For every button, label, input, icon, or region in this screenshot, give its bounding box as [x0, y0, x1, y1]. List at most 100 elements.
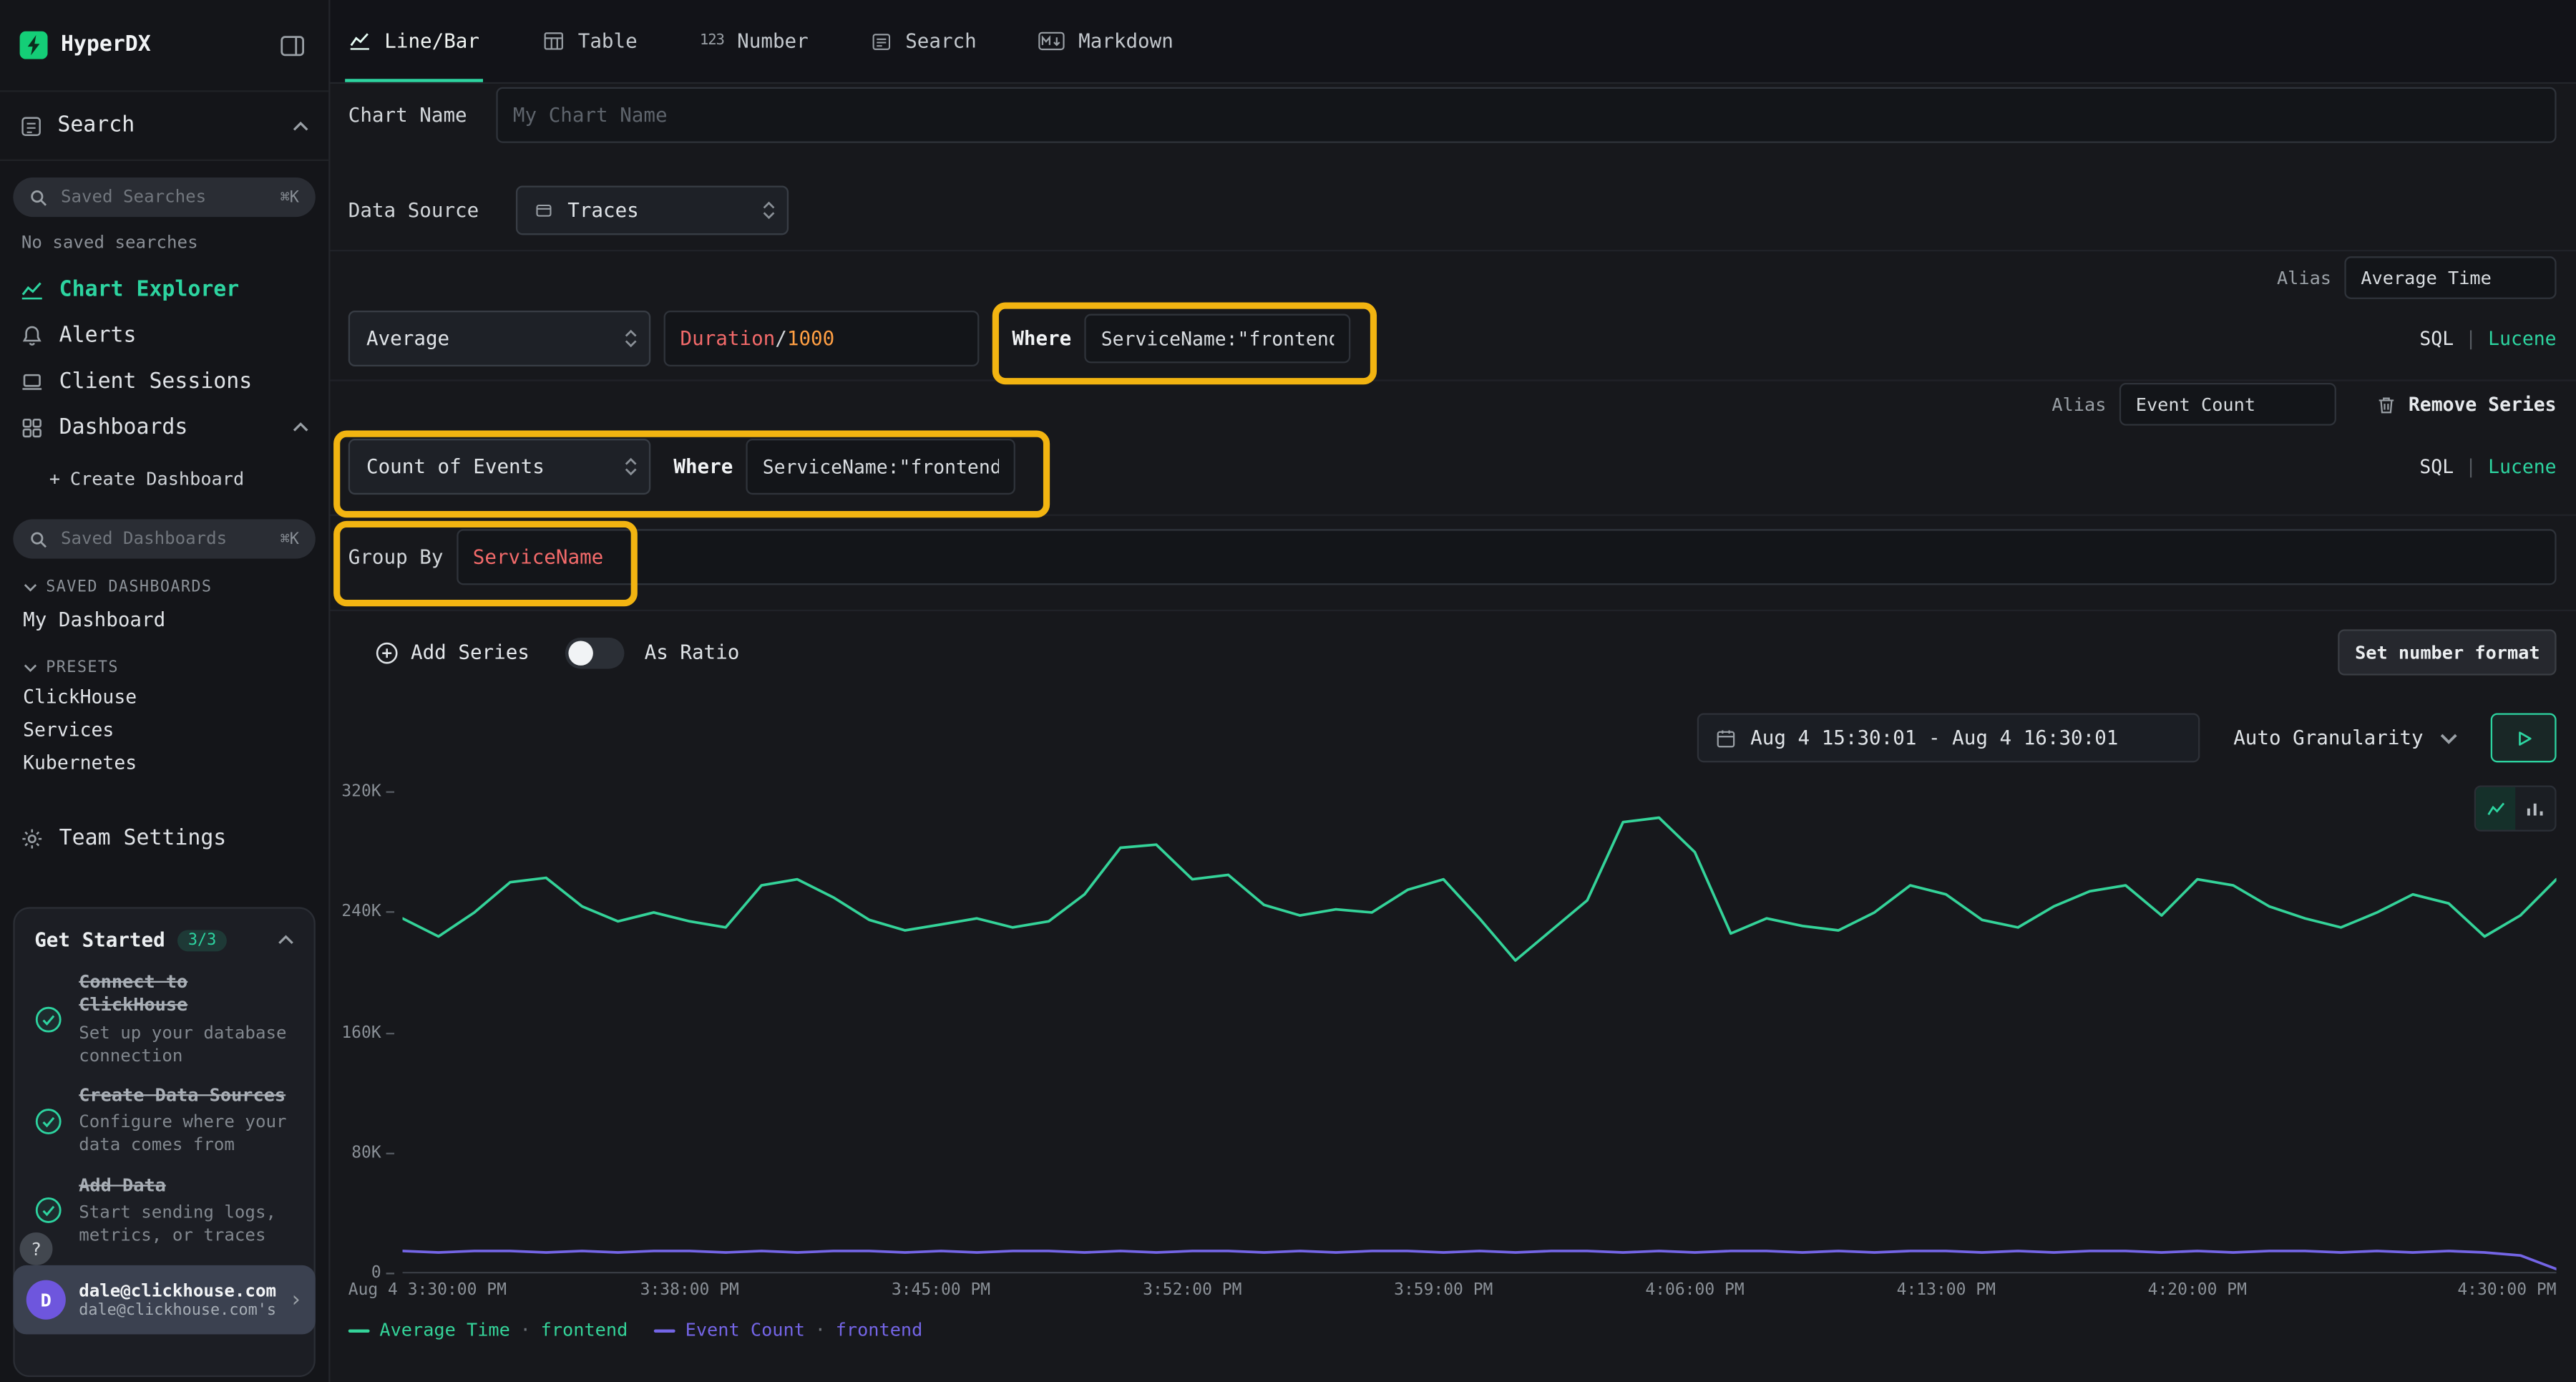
user-menu[interactable]: D dale@clickhouse.com dale@clickhouse.co… — [13, 1265, 315, 1334]
markdown-icon — [1039, 31, 1065, 52]
sidebar-item-label: Chart Explorer — [59, 277, 240, 301]
sidebar-item-alerts[interactable]: Alerts — [0, 312, 328, 358]
legend-item-event-count[interactable]: Event Count · frontend — [654, 1320, 922, 1341]
series2-aggfn-select[interactable]: Count of Events — [348, 439, 650, 495]
legend-series-group: frontend — [836, 1320, 923, 1341]
legend-separator: · — [520, 1320, 531, 1341]
group-by-input[interactable]: ServiceName — [457, 529, 2557, 585]
series1-alias-input[interactable] — [2344, 256, 2556, 299]
date-range-picker[interactable]: Aug 4 15:30:01 - Aug 4 16:30:01 — [1698, 713, 2201, 762]
sidebar-item-dashboards[interactable]: Dashboards — [0, 404, 328, 450]
series1-aggfn-select[interactable]: Average — [348, 311, 650, 366]
sidebar-item-client-sessions[interactable]: Client Sessions — [0, 359, 328, 404]
check-circle-icon — [34, 1084, 62, 1157]
sql-toggle[interactable]: SQL — [2419, 327, 2454, 350]
legend-series-name: Event Count — [686, 1320, 805, 1341]
legend-dash — [654, 1328, 675, 1332]
x-tick-label: 3:38:00 PM — [640, 1282, 739, 1300]
chevron-down-icon — [23, 664, 38, 672]
check-circle-icon — [34, 971, 62, 1068]
preset-item-label: ClickHouse — [23, 685, 137, 708]
preset-item-kubernetes[interactable]: Kubernetes — [0, 746, 328, 779]
group-presets[interactable]: PRESETS — [0, 639, 328, 680]
field-name: Duration — [680, 327, 776, 350]
y-tick-label: 160K — [341, 1023, 381, 1041]
x-tick-label: 3:59:00 PM — [1394, 1282, 1493, 1300]
line-bar-icon — [348, 29, 371, 52]
series-row-2: Count of Events Where SQL | Lucene — [348, 437, 2557, 497]
set-number-format-button[interactable]: Set number format — [2338, 629, 2556, 675]
aggfn-value: Average — [366, 327, 449, 350]
aggfn-value: Count of Events — [366, 455, 545, 478]
shortcut-badge: ⌘K — [280, 530, 299, 548]
step-desc: Configure where your data comes from — [79, 1111, 294, 1158]
saved-searches-search[interactable]: ⌘K — [13, 177, 315, 217]
sidebar-item-team-settings[interactable]: Team Settings — [0, 815, 328, 861]
alias-label: Alias — [2051, 394, 2106, 415]
x-tick-label: 4:06:00 PM — [1645, 1282, 1744, 1300]
saved-searches-input[interactable] — [57, 185, 270, 208]
tab-label: Markdown — [1078, 29, 1174, 52]
chart-name-input[interactable] — [497, 87, 2557, 143]
get-started-step-connect[interactable]: Connect to ClickHouse Set up your databa… — [15, 955, 314, 1068]
series1-language-toggle: SQL | Lucene — [2419, 327, 2556, 350]
preset-item-clickhouse[interactable]: ClickHouse — [0, 681, 328, 714]
data-source-value: Traces — [567, 199, 639, 222]
tab-table[interactable]: Table — [539, 0, 641, 82]
chevron-up-icon — [293, 422, 309, 432]
field-denominator: 1000 — [787, 327, 834, 350]
as-ratio-label: As Ratio — [645, 641, 740, 663]
sidebar-section-search[interactable]: Search — [0, 92, 328, 161]
dashboard-item-my-dashboard[interactable]: My Dashboard — [0, 600, 328, 639]
create-dashboard-button[interactable]: + Create Dashboard — [0, 460, 328, 497]
legend-item-average-time[interactable]: Average Time · frontend — [348, 1320, 628, 1341]
tab-label: Table — [578, 29, 638, 52]
tab-markdown[interactable]: Markdown — [1035, 0, 1176, 82]
remove-series-button[interactable]: Remove Series — [2376, 393, 2557, 416]
lucene-toggle[interactable]: Lucene — [2488, 455, 2556, 478]
tab-search[interactable]: Search — [867, 0, 980, 82]
run-query-button[interactable] — [2491, 713, 2557, 762]
get-started-step-add-data[interactable]: Add Data Start sending logs, metrics, or… — [15, 1158, 314, 1247]
y-tick-mark — [386, 1032, 394, 1033]
set-number-format-label: Set number format — [2355, 642, 2540, 663]
granularity-value: Auto Granularity — [2233, 726, 2423, 749]
add-series-button[interactable]: Add Series — [374, 640, 529, 664]
series2-alias-input[interactable] — [2119, 383, 2336, 426]
group-by-value: ServiceName — [473, 545, 603, 568]
sql-toggle[interactable]: SQL — [2419, 455, 2454, 478]
group-by-label: Group By — [348, 545, 444, 568]
chevron-up-icon — [278, 935, 294, 945]
sidebar-item-chart-explorer[interactable]: Chart Explorer — [0, 266, 328, 312]
series-row-1: Average Duration/1000 Where SQL | Lucene — [348, 309, 2557, 369]
tab-number[interactable]: 123 Number — [696, 0, 811, 82]
saved-dashboards-search[interactable]: ⌘K — [13, 520, 315, 559]
sidebar-collapse-button[interactable] — [276, 29, 309, 62]
lucene-toggle[interactable]: Lucene — [2488, 327, 2556, 350]
get-started-step-data-sources[interactable]: Create Data Sources Configure where your… — [15, 1068, 314, 1157]
series1-field-input[interactable]: Duration/1000 — [664, 311, 980, 366]
sidebar-item-label: Alerts — [59, 323, 137, 347]
dashboards-grid-icon — [20, 415, 44, 439]
search-section-label: Search — [57, 113, 135, 137]
avatar: D — [26, 1280, 66, 1320]
get-started-header[interactable]: Get Started 3/3 — [15, 909, 314, 955]
y-tick-mark — [386, 912, 394, 913]
series2-where-input[interactable] — [746, 439, 1016, 495]
trash-icon — [2376, 394, 2397, 415]
series1-where-input[interactable] — [1085, 314, 1351, 364]
tab-line-bar[interactable]: Line/Bar — [345, 0, 482, 82]
no-saved-searches-text: No saved searches — [0, 217, 328, 256]
data-source-select[interactable]: Traces — [517, 185, 789, 235]
preset-item-services[interactable]: Services — [0, 713, 328, 746]
saved-dashboards-input[interactable] — [57, 527, 270, 550]
language-separator: | — [2465, 327, 2477, 350]
as-ratio-toggle[interactable] — [565, 637, 625, 668]
group-saved-dashboards[interactable]: SAVED DASHBOARDS — [0, 559, 328, 600]
field-slash: / — [775, 327, 787, 350]
logo-row: HyperDX — [0, 0, 328, 92]
timeseries-chart-plot[interactable] — [403, 792, 2557, 1274]
help-button[interactable]: ? — [20, 1232, 53, 1265]
granularity-select[interactable]: Auto Granularity — [2220, 713, 2471, 762]
series2-language-toggle: SQL | Lucene — [2419, 455, 2556, 478]
